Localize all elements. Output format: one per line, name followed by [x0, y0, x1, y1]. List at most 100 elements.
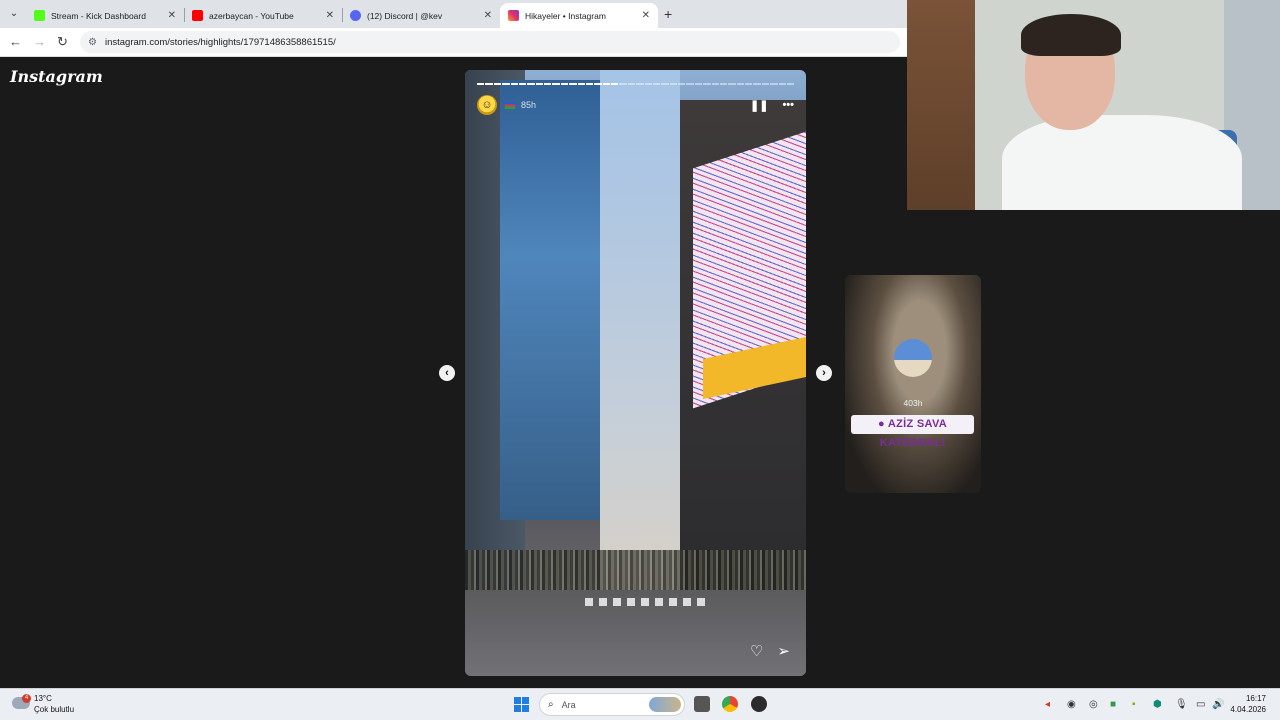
progress-segment: [711, 83, 719, 85]
tab-close-icon[interactable]: ✕: [642, 10, 650, 21]
story-avatar[interactable]: ☺: [477, 95, 497, 115]
progress-segment: [786, 83, 795, 85]
taskbar-search-box[interactable]: ⌕ Ara: [539, 693, 685, 716]
volume-icon[interactable]: 🔊: [1212, 699, 1224, 710]
progress-segment: [636, 83, 644, 85]
progress-segment: [778, 83, 786, 85]
story-progress-bar: [477, 83, 795, 85]
tab-close-icon[interactable]: ✕: [168, 10, 176, 21]
progress-segment: [694, 83, 703, 85]
previous-story-button[interactable]: ‹: [439, 365, 455, 381]
progress-segment: [736, 83, 744, 85]
progress-segment: [502, 83, 510, 85]
flag-icon: [505, 101, 515, 109]
tray-app-icon[interactable]: ■: [1110, 699, 1116, 710]
webcam-overlay: [907, 0, 1280, 210]
task-view-icon[interactable]: [694, 696, 710, 712]
progress-segment: [477, 83, 485, 85]
progress-segment: [661, 83, 669, 85]
kick-favicon-icon: [34, 10, 45, 21]
webcam-door: [907, 0, 975, 210]
tab-search-chevron-icon[interactable]: ⌄: [6, 6, 22, 22]
story-viewer[interactable]: ☺ 85h ❚❚ ••• ♡ ➢: [465, 70, 806, 676]
location-name: AZİZ SAVA KATEDRALİ: [879, 418, 948, 449]
obs-taskbar-icon[interactable]: [751, 696, 767, 712]
forward-arrow-icon[interactable]: →: [33, 34, 46, 49]
tab-close-icon[interactable]: ✕: [484, 10, 492, 21]
tray-expand-icon[interactable]: ◂: [1045, 699, 1050, 710]
next-story-preview[interactable]: 403h ● AZİZ SAVA KATEDRALİ: [845, 275, 981, 493]
location-pin-icon: ●: [877, 418, 885, 430]
instagram-favicon-icon: [508, 10, 519, 21]
clock-date[interactable]: 4.04.2026: [1230, 705, 1266, 714]
clock-time[interactable]: 16:17: [1246, 694, 1266, 703]
progress-segment: [527, 83, 535, 85]
progress-segment: [703, 83, 711, 85]
progress-segment: [585, 83, 594, 85]
network-icon[interactable]: ▭: [1196, 699, 1205, 710]
progress-segment: [745, 83, 753, 85]
discord-tray-icon[interactable]: ◉: [1067, 699, 1076, 710]
progress-segment: [510, 83, 518, 85]
progress-segment: [678, 83, 686, 85]
search-placeholder: Ara: [561, 699, 576, 710]
new-tab-plus-icon[interactable]: +: [664, 6, 672, 22]
progress-segment: [594, 83, 602, 85]
security-tray-icon[interactable]: ⬢: [1153, 699, 1162, 710]
reload-icon[interactable]: ↻: [57, 34, 68, 50]
next-story-time: 403h: [903, 398, 923, 408]
webcam-person-hair: [1021, 14, 1121, 56]
progress-segment: [719, 83, 728, 85]
progress-segment: [518, 83, 527, 85]
site-info-icon[interactable]: ⚙: [88, 37, 97, 48]
tab-title: azerbaycan - YouTube: [209, 10, 294, 21]
next-story-button[interactable]: ›: [816, 365, 832, 381]
address-bar[interactable]: ⚙ instagram.com/stories/highlights/17971…: [80, 31, 900, 53]
progress-segment: [535, 83, 543, 85]
weather-description[interactable]: Çok bulutlu: [34, 705, 74, 714]
chrome-taskbar-icon[interactable]: [722, 696, 738, 712]
story-footer: ♡ ➢: [750, 642, 790, 660]
progress-segment: [577, 83, 585, 85]
search-highlight-image: [649, 697, 681, 712]
progress-segment: [560, 83, 569, 85]
windows-start-icon[interactable]: [514, 697, 529, 712]
search-icon: ⌕: [548, 699, 554, 710]
tab-youtube[interactable]: azerbaycan - YouTube ✕: [184, 3, 342, 28]
tab-kick-dashboard[interactable]: Stream - Kick Dashboard ✕: [26, 3, 184, 28]
progress-segment: [669, 83, 677, 85]
like-heart-icon[interactable]: ♡: [750, 642, 763, 660]
progress-segment: [627, 83, 636, 85]
progress-segment: [485, 83, 493, 85]
progress-segment: [686, 83, 694, 85]
progress-segment: [728, 83, 736, 85]
progress-segment: [544, 83, 552, 85]
progress-segment: [569, 83, 577, 85]
microphone-icon[interactable]: 🎙: [1175, 699, 1188, 710]
weather-notification-badge: 4: [22, 694, 31, 703]
tab-title: (12) Discord | @kev: [367, 10, 443, 21]
instagram-logo[interactable]: Instagram: [10, 67, 103, 86]
preview-overlay: [845, 275, 981, 493]
location-sticker: ● AZİZ SAVA KATEDRALİ: [851, 415, 974, 449]
progress-segment: [602, 83, 610, 85]
progress-segment: [644, 83, 652, 85]
tab-discord[interactable]: (12) Discord | @kev ✕: [342, 3, 500, 28]
more-options-icon[interactable]: •••: [782, 99, 794, 112]
back-arrow-icon[interactable]: ←: [9, 34, 22, 49]
windows-taskbar: 4 13°C Çok bulutlu ⌕ Ara ◂ ◉ ◎ ■ ▪ ⬢ 🎙 ▭…: [0, 688, 1280, 720]
url-text: instagram.com/stories/highlights/1797148…: [104, 36, 336, 48]
pause-icon[interactable]: ❚❚: [750, 99, 768, 112]
nvidia-tray-icon[interactable]: ▪: [1132, 699, 1136, 710]
progress-segment: [652, 83, 661, 85]
progress-segment: [619, 83, 627, 85]
story-image-crowd: [465, 550, 806, 595]
share-send-icon[interactable]: ➢: [777, 642, 790, 660]
progress-segment: [761, 83, 770, 85]
tray-app-icon[interactable]: ◎: [1089, 699, 1098, 710]
tab-close-icon[interactable]: ✕: [326, 10, 334, 21]
youtube-favicon-icon: [192, 10, 203, 21]
tab-instagram[interactable]: Hikayeler • Instagram ✕: [500, 3, 658, 28]
progress-segment: [552, 83, 560, 85]
weather-temperature[interactable]: 13°C: [34, 694, 52, 703]
